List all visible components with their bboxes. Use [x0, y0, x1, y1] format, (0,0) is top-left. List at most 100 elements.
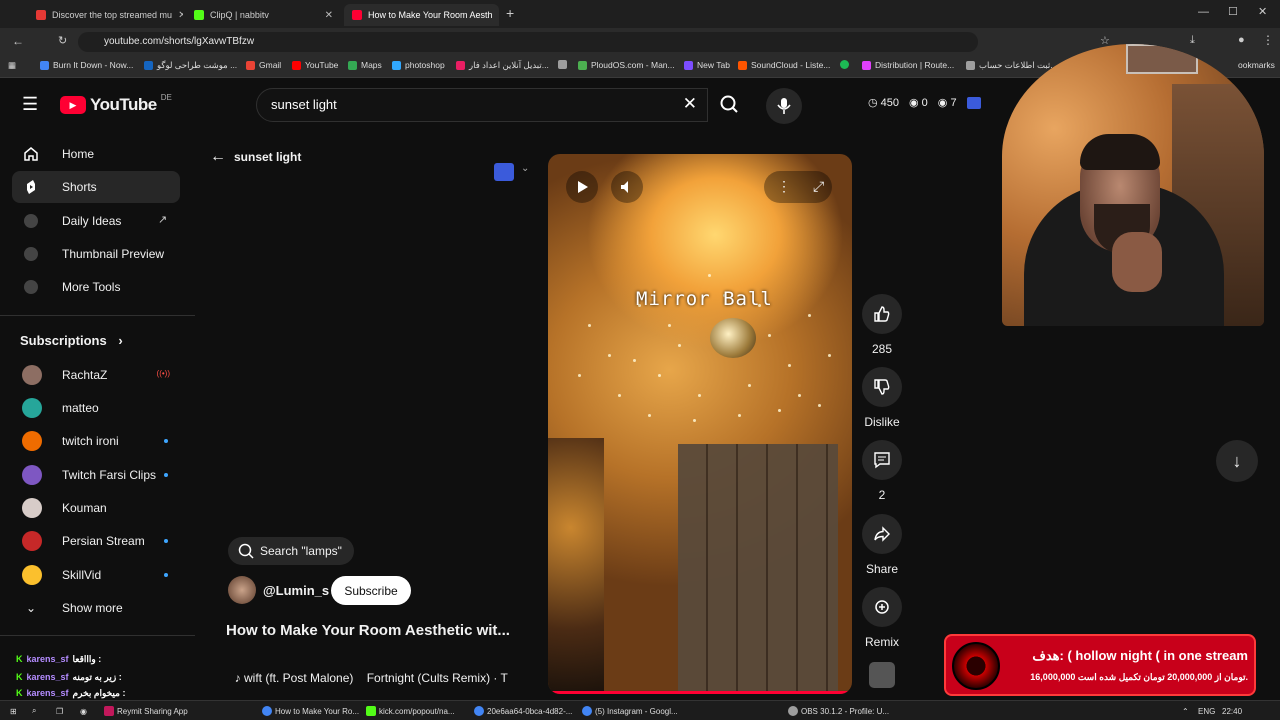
bookmark-item[interactable]: YouTube: [292, 60, 338, 70]
taskbar-app[interactable]: OBS 30.1.2 - Profile: U...: [788, 704, 889, 718]
sidebar-item-shorts[interactable]: Shorts: [12, 171, 180, 203]
language-indicator[interactable]: ENG: [1198, 704, 1215, 718]
hamburger-menu-icon[interactable]: ☰: [22, 94, 38, 115]
more-options-icon[interactable]: ⋮: [777, 178, 791, 195]
task-view-icon[interactable]: ❐: [56, 704, 63, 718]
avatar: [22, 431, 42, 451]
reload-icon[interactable]: ↻: [58, 34, 67, 47]
sidebar-item-daily-ideas[interactable]: Daily Ideas ↗: [12, 205, 180, 237]
fullscreen-icon[interactable]: ⤢: [813, 178, 824, 195]
volume-button[interactable]: [611, 171, 643, 203]
all-bookmarks-label[interactable]: ookmarks: [1238, 60, 1275, 70]
shorts-video-player[interactable]: Mirror Ball ⋮ ⤢: [548, 154, 852, 694]
taskbar-app[interactable]: How to Make Your Ro...: [262, 704, 359, 718]
iq-extension-icon[interactable]: [966, 96, 981, 109]
chip-label: Search "lamps": [260, 544, 342, 558]
maximize-icon[interactable]: ☐: [1228, 5, 1238, 18]
bookmark-item[interactable]: تبدیل آنلاین اعداد فار...: [456, 60, 549, 71]
bookmark-item[interactable]: Distribution | Route...: [862, 60, 954, 70]
bookmark-item[interactable]: [840, 60, 849, 69]
close-icon[interactable]: ✕: [325, 10, 333, 21]
bookmark-item[interactable]: [558, 60, 567, 69]
minimize-icon[interactable]: —: [1198, 6, 1209, 18]
dislike-button[interactable]: Dislike: [862, 367, 902, 429]
subscribe-button[interactable]: Subscribe: [331, 576, 411, 605]
apps-icon[interactable]: ▦: [8, 60, 16, 71]
video-progress-bar[interactable]: [548, 691, 852, 694]
subscriptions-heading[interactable]: Subscriptions ›: [20, 333, 123, 348]
sound-thumbnail[interactable]: [869, 662, 895, 688]
browser-tab-active[interactable]: How to Make Your Room Aesth ✕: [344, 4, 499, 26]
voice-search-button[interactable]: [766, 88, 802, 124]
subscription-item[interactable]: Persian Stream: [12, 525, 180, 557]
person-hand: [1112, 232, 1162, 292]
taskbar-app[interactable]: Reymit Sharing App: [104, 704, 188, 718]
back-icon[interactable]: ←: [12, 34, 24, 48]
windows-start-icon[interactable]: ⊞: [10, 704, 17, 718]
sidebar-item-thumbnail-preview[interactable]: Thumbnail Preview: [12, 238, 180, 270]
avatar: [22, 498, 42, 518]
back-to-search[interactable]: ← sunset light: [210, 148, 301, 166]
tray-chevron-icon[interactable]: ⌃: [1182, 704, 1189, 718]
subscription-item[interactable]: matteo: [12, 392, 180, 424]
video-overlay-text: Mirror Ball: [636, 288, 773, 310]
window-close-icon[interactable]: ✕: [1258, 5, 1267, 18]
sidebar-item-home[interactable]: Home: [12, 138, 180, 170]
profile-icon[interactable]: ●: [1238, 34, 1245, 46]
search-suggestion-chip[interactable]: Search "lamps": [228, 537, 354, 565]
like-button[interactable]: 285: [862, 294, 902, 356]
close-icon[interactable]: ✕: [178, 10, 183, 21]
bookmark-item[interactable]: photoshop: [392, 60, 445, 70]
bookmark-item[interactable]: Gmail: [246, 60, 281, 70]
show-more-button[interactable]: ⌄ Show more: [12, 592, 180, 624]
bookmark-item[interactable]: PloudOS.com - Man...: [578, 60, 675, 70]
iq-icon: [22, 212, 40, 230]
bookmark-item[interactable]: موشت طراحی لوگو ...: [144, 60, 237, 71]
video-title[interactable]: How to Make Your Room Aesthetic wit...: [226, 622, 536, 639]
chat-message: K karens_sf میخوام بخرم :: [16, 686, 176, 700]
youtube-logo[interactable]: ▶ YouTube DE: [60, 93, 172, 115]
chrome-icon[interactable]: ◉: [80, 704, 87, 718]
channel-avatar[interactable]: [228, 576, 256, 604]
play-button[interactable]: [566, 171, 598, 203]
share-button[interactable]: Share: [862, 514, 902, 576]
bookmark-item[interactable]: Maps: [348, 60, 382, 70]
channel-name[interactable]: @Lumin_s: [263, 583, 329, 598]
bookmark-item[interactable]: Burn It Down - Now...: [40, 60, 133, 70]
taskbar-app[interactable]: (5) Instagram - Googl...: [582, 704, 678, 718]
sidebar-item-label: Shorts: [62, 180, 97, 194]
bookmark-item[interactable]: New Tab: [684, 60, 730, 70]
search-input[interactable]: sunset light ✕: [256, 88, 708, 122]
bookmark-item[interactable]: SoundCloud - Liste...: [738, 60, 830, 70]
chevron-down-icon[interactable]: ⌄: [521, 163, 529, 174]
iq-extension-icon[interactable]: [494, 163, 514, 181]
clear-search-icon[interactable]: ✕: [683, 94, 697, 114]
photo-collage: [678, 444, 838, 694]
music-ticker[interactable]: ♪ wift (ft. Post Malone) Fortnight (Cult…: [228, 657, 538, 685]
url-field[interactable]: youtube.com/shorts/lgXavwTBfzw: [78, 32, 978, 52]
subscription-item[interactable]: Kouman: [12, 492, 180, 524]
subscription-item[interactable]: RachtaZ ((•)): [12, 359, 180, 391]
browser-tab[interactable]: Discover the top streamed mu ✕: [28, 4, 183, 26]
subscription-item[interactable]: SkillVid: [12, 559, 180, 591]
clock[interactable]: 22:40: [1222, 704, 1242, 718]
new-tab-icon[interactable]: +: [506, 5, 514, 21]
browser-tab[interactable]: ClipQ | nabbitv ✕: [186, 4, 341, 26]
menu-kebab-icon[interactable]: ⋮: [1262, 33, 1274, 47]
taskbar-app[interactable]: kick.com/popout/na...: [366, 704, 455, 718]
thumbs-up-icon: [862, 294, 902, 334]
taskbar-app[interactable]: 20e6aa64-0bca-4d82-...: [474, 704, 572, 718]
search-icon[interactable]: ⌕: [32, 704, 36, 718]
subscription-item[interactable]: Twitch Farsi Clips: [12, 459, 180, 491]
subscription-item[interactable]: twitch ironi: [12, 425, 180, 457]
chat-text: میخوام بخرم :: [72, 687, 126, 698]
next-short-button[interactable]: ↓: [1216, 440, 1258, 482]
kick-icon: [366, 706, 376, 716]
comments-button[interactable]: 2: [862, 440, 902, 502]
sidebar-item-more-tools[interactable]: More Tools: [12, 271, 180, 303]
search-button[interactable]: [708, 88, 752, 122]
remix-button[interactable]: Remix: [862, 587, 902, 649]
avatar: [22, 365, 42, 385]
bookmark-label: Distribution | Route...: [875, 60, 955, 70]
bookmark-item[interactable]: ثبت اطلاعات حساب...: [966, 60, 1057, 71]
